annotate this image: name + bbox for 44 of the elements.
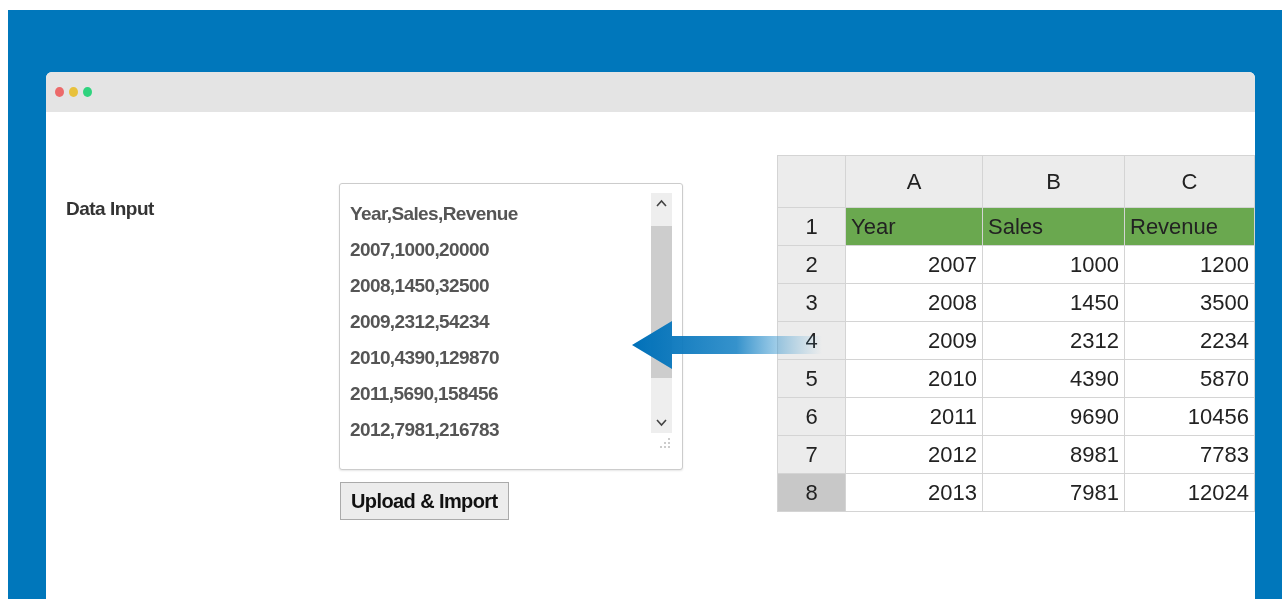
row-header[interactable]: 7 [777, 435, 846, 474]
window-control-dot[interactable] [55, 87, 64, 97]
table-cell: 7981 [982, 473, 1125, 512]
row-header[interactable]: 6 [777, 397, 846, 436]
table-cell: 2234 [1124, 321, 1255, 360]
table-cell: 2013 [845, 473, 983, 512]
table-cell: 7783 [1124, 435, 1255, 474]
data-textarea[interactable]: Year,Sales,Revenue 2007,1000,20000 2008,1450,32500 2009,2312,54234 2010,4390,129870 2011,5690,158456 2012,7981,216783 [339, 183, 683, 470]
table-cell: 1200 [1124, 245, 1255, 284]
table-cell: 2011 [845, 397, 983, 436]
row-header[interactable]: 2 [777, 245, 846, 284]
table-cell: 2012 [845, 435, 983, 474]
table-cell: 10456 [1124, 397, 1255, 436]
table-cell: 8981 [982, 435, 1125, 474]
table-cell: Sales [982, 207, 1125, 246]
field-label: Data Input [66, 197, 155, 221]
table-cell: 2010 [845, 359, 983, 398]
table-cell: 4390 [982, 359, 1125, 398]
row-header[interactable]: 3 [777, 283, 846, 322]
table-cell: 2312 [982, 321, 1125, 360]
row-header[interactable]: 8 [777, 473, 846, 512]
upload-import-button[interactable]: Upload & Import [340, 482, 509, 520]
table-cell: Year [845, 207, 983, 246]
table-cell: 1000 [982, 245, 1125, 284]
table-cell: 9690 [982, 397, 1125, 436]
table-cell: 2008 [845, 283, 983, 322]
table-cell: 5870 [1124, 359, 1255, 398]
column-header[interactable]: C [1124, 155, 1255, 208]
table-cell: 2009 [845, 321, 983, 360]
column-header[interactable]: A [845, 155, 983, 208]
window-control-dot[interactable] [69, 87, 78, 97]
table-cell: 2007 [845, 245, 983, 284]
row-header[interactable]: 5 [777, 359, 846, 398]
sheet-corner[interactable] [777, 155, 846, 208]
table-cell: 1450 [982, 283, 1125, 322]
chevron-up-icon[interactable] [656, 199, 667, 207]
column-header[interactable]: B [982, 155, 1125, 208]
table-cell: Revenue [1124, 207, 1255, 246]
table-cell: 12024 [1124, 473, 1255, 512]
resize-grip-icon[interactable] [659, 437, 671, 449]
chevron-down-icon[interactable] [656, 419, 667, 427]
window-control-dot[interactable] [83, 87, 92, 97]
table-cell: 3500 [1124, 283, 1255, 322]
row-header[interactable]: 1 [777, 207, 846, 246]
